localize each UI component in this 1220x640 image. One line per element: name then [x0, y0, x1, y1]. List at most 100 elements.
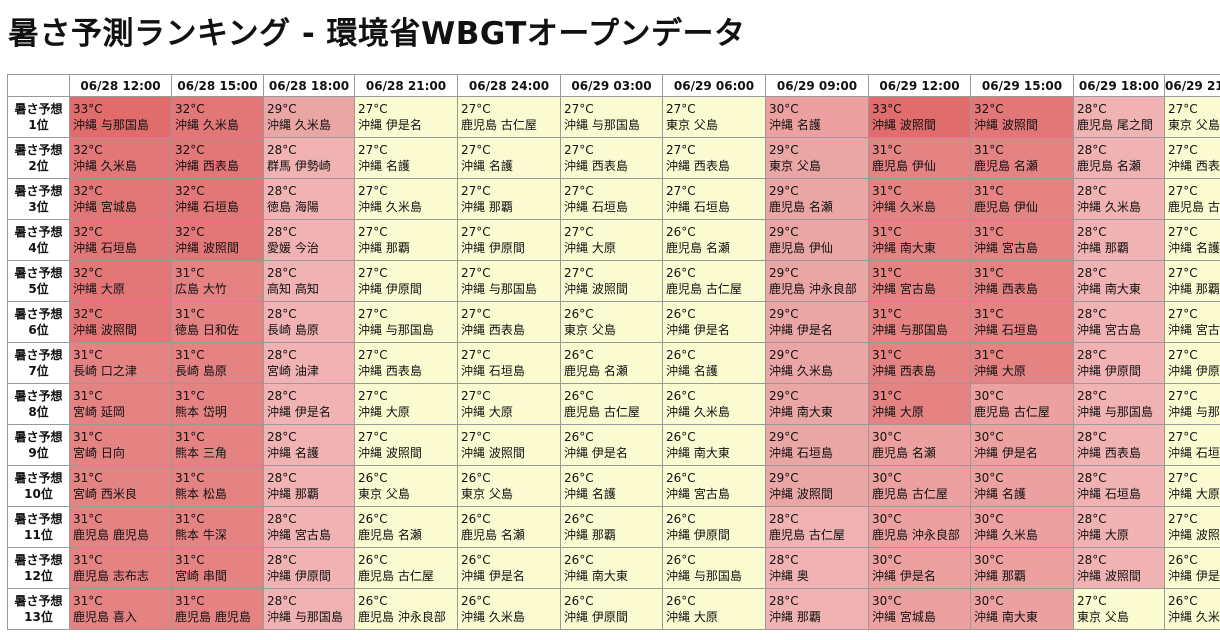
table-row: 暑さ予想 11位 31°C 鹿児島 鹿児島 31°C 熊本 牛深 28°C 沖縄 宮古島 26°…	[7, 506, 1220, 548]
cell-location: 沖縄 石垣島	[1077, 487, 1141, 501]
cell-temperature: 28°C	[267, 143, 297, 157]
forecast-cell: 28°C 鹿児島 古仁屋	[765, 506, 869, 548]
rank-label: 暑さ予想	[14, 512, 63, 526]
rank-number: 12位	[24, 569, 53, 583]
cell-location: 沖縄 南大東	[564, 569, 628, 583]
cell-location: 長崎 口之津	[73, 364, 137, 378]
cell-temperature: 27°C	[1168, 184, 1198, 198]
column-header: 06/28 21:00	[354, 74, 458, 97]
cell-location: 沖縄 与那国島	[73, 118, 149, 132]
cell-location: 沖縄 西表島	[872, 364, 936, 378]
cell-location: 鹿児島 尾之間	[1077, 118, 1153, 132]
cell-temperature: 32°C	[175, 225, 205, 239]
column-header: 06/29 15:00	[970, 74, 1074, 97]
cell-location: 沖縄 波照間	[358, 446, 422, 460]
forecast-cell: 31°C 長崎 口之津	[69, 342, 172, 384]
cell-temperature: 30°C	[872, 471, 902, 485]
cell-location: 沖縄 名護	[564, 487, 616, 501]
cell-temperature: 31°C	[73, 389, 103, 403]
cell-temperature: 27°C	[564, 143, 594, 157]
cell-location: 沖縄 伊原間	[564, 610, 628, 624]
forecast-cell: 26°C 鹿児島 沖永良部	[354, 588, 458, 630]
forecast-cell: 27°C 沖縄 名護	[457, 137, 561, 179]
header-row: 06/28 12:00 06/28 15:00 06/28 18:00 06/28 2…	[7, 74, 1220, 97]
cell-temperature: 26°C	[564, 471, 594, 485]
forecast-cell: 28°C 沖縄 那覇	[263, 465, 355, 507]
rank-number: 11位	[24, 528, 53, 542]
cell-location: 高知 高知	[267, 282, 319, 296]
cell-location: 沖縄 石垣島	[564, 200, 628, 214]
cell-location: 沖縄 波照間	[974, 118, 1038, 132]
cell-location: 沖縄 西表島	[974, 282, 1038, 296]
forecast-cell: 27°C 沖縄 西表島	[662, 137, 766, 179]
forecast-cell: 27°C 沖縄 与那国島	[457, 260, 561, 302]
rank-number: 3位	[28, 200, 49, 214]
cell-temperature: 32°C	[175, 143, 205, 157]
forecast-cell: 26°C 鹿児島 古仁屋	[560, 383, 663, 425]
forecast-cell: 32°C 沖縄 大原	[69, 260, 172, 302]
table-row: 暑さ予想 2位 32°C 沖縄 久米島 32°C 沖縄 西表島 28°C 群馬 伊勢崎 27°C…	[7, 137, 1220, 179]
cell-temperature: 26°C	[666, 307, 696, 321]
cell-location: 長崎 島原	[175, 364, 227, 378]
forecast-cell: 29°C 沖縄 南大東	[765, 383, 869, 425]
forecast-cell: 30°C 沖縄 宮城島	[868, 588, 971, 630]
cell-temperature: 26°C	[358, 553, 388, 567]
forecast-cell: 27°C 沖縄 石垣島	[560, 178, 663, 220]
cell-temperature: 27°C	[1168, 512, 1198, 526]
cell-temperature: 31°C	[175, 594, 205, 608]
cell-temperature: 31°C	[974, 225, 1004, 239]
cell-temperature: 30°C	[974, 594, 1004, 608]
cell-temperature: 27°C	[461, 307, 491, 321]
cell-location: 鹿児島 名瀬	[564, 364, 628, 378]
cell-temperature: 27°C	[358, 102, 388, 116]
rank-label: 暑さ予想	[14, 266, 63, 280]
forecast-cell: 27°C 沖縄 那覇	[1164, 260, 1220, 302]
rank-header: 暑さ予想 6位	[7, 301, 70, 343]
cell-temperature: 29°C	[769, 225, 799, 239]
forecast-cell: 27°C 沖縄 与那国島	[1164, 383, 1220, 425]
cell-temperature: 27°C	[1168, 143, 1198, 157]
cell-location: 東京 父島	[1077, 610, 1129, 624]
cell-temperature: 31°C	[73, 594, 103, 608]
rank-label: 暑さ予想	[14, 594, 63, 608]
cell-location: 沖縄 久米島	[872, 200, 936, 214]
cell-temperature: 33°C	[872, 102, 902, 116]
forecast-cell: 31°C 徳島 日和佐	[171, 301, 264, 343]
cell-location: 鹿児島 沖永良部	[358, 610, 446, 624]
cell-temperature: 26°C	[461, 471, 491, 485]
cell-location: 沖縄 波照間	[564, 282, 628, 296]
forecast-cell: 31°C 鹿児島 伊仙	[868, 137, 971, 179]
cell-temperature: 32°C	[73, 266, 103, 280]
forecast-cell: 31°C 沖縄 西表島	[868, 342, 971, 384]
forecast-cell: 28°C 徳島 海陽	[263, 178, 355, 220]
cell-temperature: 26°C	[461, 553, 491, 567]
cell-temperature: 27°C	[358, 307, 388, 321]
forecast-cell: 27°C 沖縄 西表島	[457, 301, 561, 343]
cell-location: 沖縄 大原	[461, 405, 513, 419]
cell-temperature: 28°C	[267, 348, 297, 362]
rank-label: 暑さ予想	[14, 553, 63, 567]
forecast-cell: 31°C 宮崎 西米良	[69, 465, 172, 507]
cell-location: 沖縄 那覇	[1168, 282, 1220, 296]
cell-location: 沖縄 名護	[1168, 241, 1220, 255]
cell-location: 沖縄 大原	[73, 282, 125, 296]
cell-temperature: 28°C	[769, 512, 799, 526]
rank-number: 9位	[28, 446, 49, 460]
cell-temperature: 30°C	[974, 389, 1004, 403]
forecast-cell: 26°C 沖縄 大原	[662, 588, 766, 630]
rank-label: 暑さ予想	[14, 225, 63, 239]
forecast-cell: 28°C 長崎 島原	[263, 301, 355, 343]
cell-temperature: 27°C	[666, 184, 696, 198]
cell-location: 沖縄 南大東	[872, 241, 936, 255]
forecast-cell: 27°C 沖縄 波照間	[354, 424, 458, 466]
forecast-cell: 29°C 鹿児島 伊仙	[765, 219, 869, 261]
cell-temperature: 27°C	[358, 389, 388, 403]
forecast-cell: 32°C 沖縄 石垣島	[69, 219, 172, 261]
table-row: 暑さ予想 13位 31°C 鹿児島 喜入 31°C 鹿児島 鹿児島 28°C 沖縄 与那国島 2…	[7, 588, 1220, 630]
cell-temperature: 27°C	[564, 102, 594, 116]
cell-location: 鹿児島 名瀬	[1077, 159, 1141, 173]
forecast-cell: 29°C 沖縄 久米島	[765, 342, 869, 384]
cell-location: 東京 父島	[1168, 118, 1220, 132]
forecast-cell: 30°C 沖縄 伊是名	[970, 424, 1074, 466]
rank-number: 4位	[28, 241, 49, 255]
